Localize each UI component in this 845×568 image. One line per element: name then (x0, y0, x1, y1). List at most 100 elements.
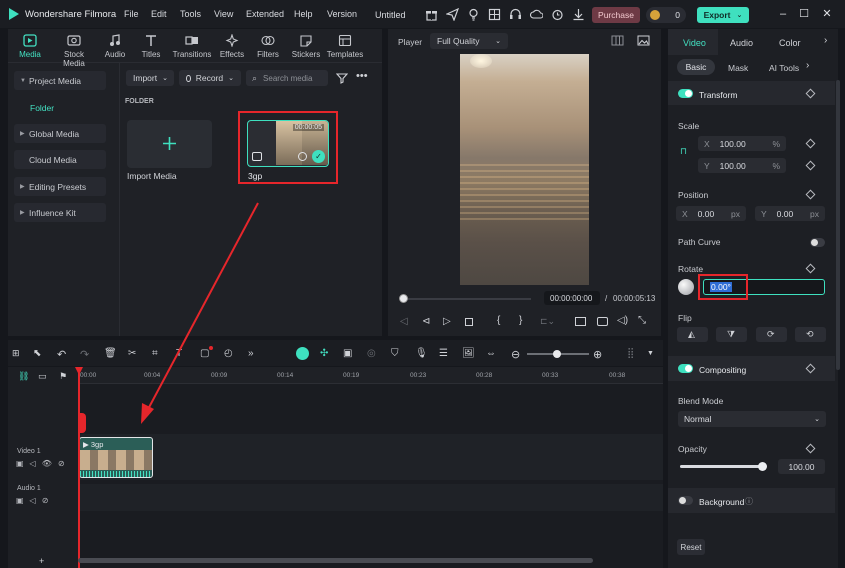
tab-stock-media[interactable]: Stock Media (52, 34, 96, 68)
tab-audio-props[interactable]: Audio (730, 38, 753, 48)
headset-icon[interactable] (509, 8, 522, 21)
caret-down-icon[interactable]: ▼ (647, 350, 654, 357)
menu-edit[interactable]: Edit (151, 9, 167, 19)
chevron-right-icon[interactable]: › (824, 35, 827, 46)
path-curve-toggle[interactable] (810, 238, 825, 247)
audio-track-controls-icon[interactable]: ▣◁⊘ (16, 496, 54, 505)
delete-trash-icon[interactable]: 🗑 (104, 348, 117, 360)
sidebar-item-project-media[interactable]: ▼ Project Media (14, 71, 106, 90)
purchase-button[interactable]: Purchase (592, 7, 640, 23)
sidebar-item-folder[interactable]: Folder (30, 103, 54, 113)
subtab-ai-tools[interactable]: AI Tools (769, 63, 799, 73)
lock-ratio-icon[interactable]: ⊓ (680, 146, 687, 157)
subtab-mask[interactable]: Mask (728, 63, 748, 73)
stop-icon[interactable] (465, 318, 473, 326)
select-pointer-icon[interactable]: ⬉ (33, 348, 45, 360)
scale-y-field[interactable]: Y 100.00% (698, 158, 786, 173)
mark-out-icon[interactable]: } (519, 315, 522, 326)
alarm-clock-icon[interactable] (551, 8, 564, 21)
zoom-out-icon[interactable]: ⊖ (511, 348, 523, 361)
download-icon[interactable] (572, 8, 585, 21)
rotate-dial[interactable] (678, 279, 694, 295)
zoom-slider-handle[interactable] (553, 350, 561, 358)
layout-grid-icon[interactable] (488, 8, 501, 21)
record-button[interactable]: Record ⌄ (179, 70, 241, 86)
minimize-button[interactable]: – (776, 7, 790, 21)
opacity-slider-track[interactable] (680, 465, 762, 468)
gift-icon[interactable] (425, 8, 438, 21)
ai-assistant-icon[interactable] (296, 347, 309, 360)
add-track-icon[interactable]: ▭ (38, 371, 47, 382)
chevron-right-icon[interactable]: › (806, 60, 809, 71)
tab-titles[interactable]: Titles (135, 34, 167, 64)
picture-icon[interactable]: 🖼 (462, 348, 475, 360)
menu-extended[interactable]: Extended (246, 9, 284, 19)
tab-audio[interactable]: Audio (99, 34, 131, 64)
sidebar-item-global-media[interactable]: ▶ Global Media (14, 124, 106, 143)
link-icon[interactable]: ⛓ (18, 371, 29, 382)
tab-video[interactable]: Video (683, 38, 706, 48)
audio-list-icon[interactable]: ☰ (439, 348, 451, 360)
rotate-ccw-button[interactable]: ⟲ (795, 327, 826, 342)
menu-version[interactable]: Version (327, 9, 357, 19)
play-icon[interactable]: ▷ (443, 316, 451, 327)
import-media-tile[interactable] (127, 120, 212, 168)
video-track-lane[interactable] (78, 434, 663, 480)
opacity-slider-handle[interactable] (758, 462, 767, 471)
step-back-icon[interactable]: ⊲ (422, 316, 430, 327)
timeline-horizontal-scrollbar[interactable] (78, 558, 593, 563)
subtab-basic[interactable]: Basic (677, 59, 715, 75)
zoom-in-icon[interactable]: ⊕ (593, 348, 605, 361)
menu-help[interactable]: Help (294, 9, 313, 19)
background-toggle[interactable] (678, 496, 693, 505)
undo-icon[interactable]: ↶ (57, 348, 69, 361)
marker-icon[interactable]: ⊏⌄ (540, 316, 555, 327)
shield-mark-icon[interactable]: ⛉ (391, 348, 403, 360)
properties-scrollbar[interactable] (836, 80, 840, 370)
microphone-icon[interactable]: 🎙 (415, 348, 428, 360)
audio-track-lane[interactable] (78, 484, 663, 511)
tab-media[interactable]: Media (12, 34, 48, 64)
lightbulb-icon[interactable] (467, 8, 480, 21)
sidebar-item-editing-presets[interactable]: ▶ Editing Presets (14, 177, 106, 196)
add-track-plus-icon[interactable]: + (39, 556, 44, 566)
tab-effects[interactable]: Effects (215, 34, 249, 64)
import-button[interactable]: Import ⌄ (126, 70, 174, 86)
render-preview-icon[interactable]: ▣ (343, 348, 355, 360)
flip-horizontal-button[interactable]: ◭ (677, 327, 708, 342)
filter-sort-icon[interactable] (336, 72, 348, 84)
compositing-toggle[interactable] (678, 364, 693, 373)
image-snapshot-icon[interactable] (637, 35, 650, 46)
volume-icon[interactable]: ◁) (617, 315, 628, 326)
menu-tools[interactable]: Tools (180, 9, 201, 19)
layout-grid-icon[interactable]: ⊞ (12, 348, 24, 360)
position-y-field[interactable]: Y 0.00 px (755, 206, 825, 221)
redo-icon[interactable]: ↷ (80, 348, 92, 361)
maximize-button[interactable]: ☐ (797, 7, 811, 21)
track-layout-icon[interactable]: ⣿ (627, 348, 639, 360)
fullscreen-icon[interactable]: ⤡ (638, 315, 646, 326)
scale-x-field[interactable]: X 100.00% (698, 136, 786, 151)
export-button[interactable]: Export ⌄ (697, 7, 749, 23)
snapshot-camera-icon[interactable] (597, 317, 608, 326)
media-clip-thumbnail[interactable]: 00:00:05 ✓ (247, 120, 329, 167)
mark-in-icon[interactable]: { (497, 315, 500, 326)
info-icon[interactable]: ⓘ (745, 496, 753, 507)
playback-track[interactable] (403, 298, 531, 300)
more-options-icon[interactable]: ••• (356, 70, 368, 82)
position-x-field[interactable]: X 0.00 px (676, 206, 746, 221)
monitor-icon[interactable] (575, 317, 586, 326)
menu-file[interactable]: File (124, 9, 139, 19)
send-icon[interactable] (446, 8, 459, 21)
blend-mode-dropdown[interactable]: Normal ⌄ (678, 411, 826, 427)
tab-color[interactable]: Color (779, 38, 801, 48)
playhead-tab[interactable] (78, 413, 86, 433)
menu-view[interactable]: View (214, 9, 233, 19)
quality-dropdown[interactable]: Full Quality ⌄ (430, 33, 508, 49)
video-track-controls-icon[interactable]: ▣◁👁⊘ (16, 459, 71, 468)
rotate-cw-button[interactable]: ⟳ (756, 327, 787, 342)
reset-button[interactable]: Reset (677, 539, 705, 555)
cloud-upload-icon[interactable] (530, 8, 543, 21)
tab-templates[interactable]: Templates (325, 34, 365, 64)
sidebar-item-influence-kit[interactable]: ▶ Influence Kit (14, 203, 106, 222)
